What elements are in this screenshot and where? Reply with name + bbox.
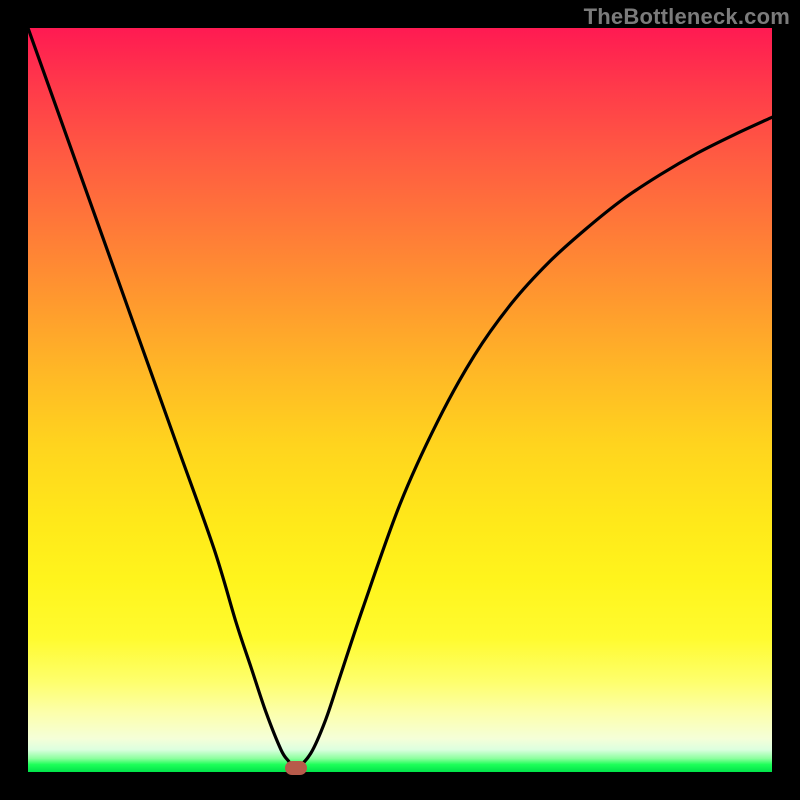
optimum-marker [285,761,307,775]
chart-plot-area [28,28,772,772]
watermark-text: TheBottleneck.com [584,4,790,30]
bottleneck-curve [28,28,772,772]
chart-frame: TheBottleneck.com [0,0,800,800]
